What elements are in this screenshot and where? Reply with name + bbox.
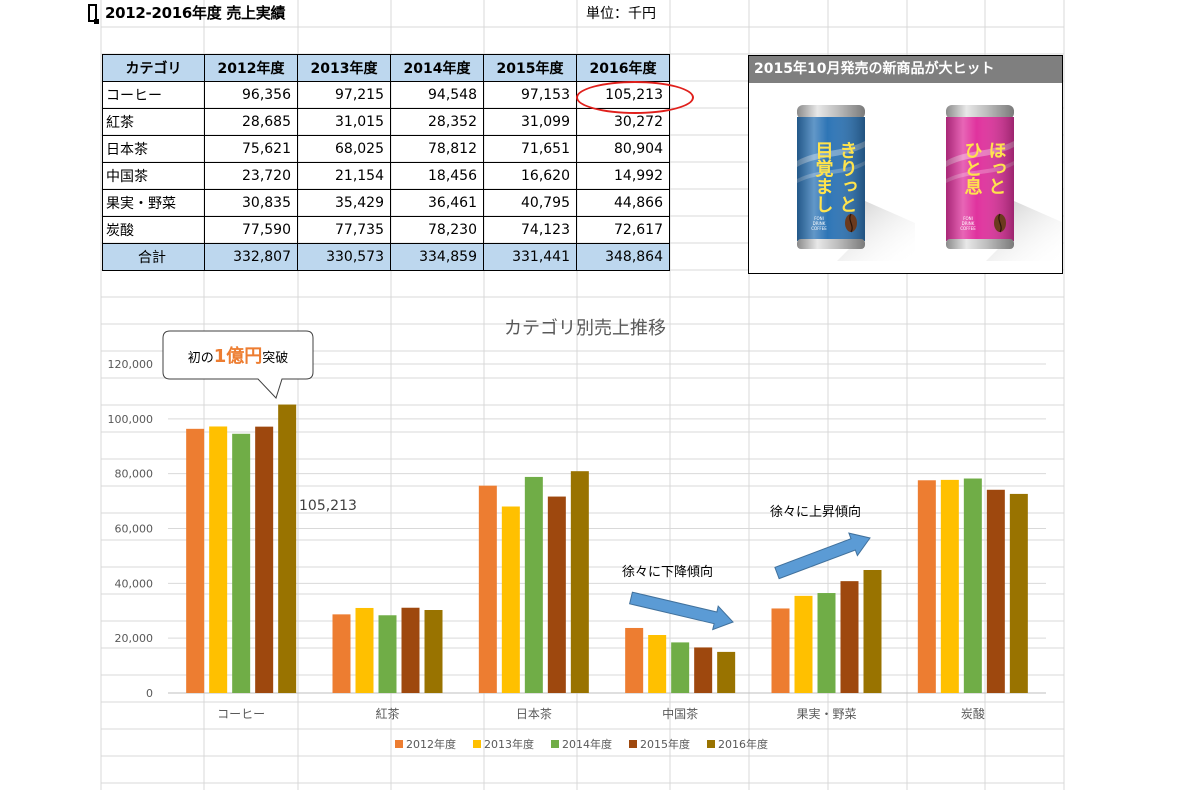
- x-tick-label: 中国茶: [662, 706, 698, 721]
- legend-label[interactable]: 2016年度: [718, 737, 768, 751]
- bar[interactable]: [501, 506, 520, 693]
- legend-swatch: [551, 740, 559, 748]
- y-tick-label: 40,000: [115, 577, 154, 590]
- bar[interactable]: [186, 428, 205, 693]
- y-tick-label: 80,000: [115, 468, 154, 481]
- legend-swatch: [395, 740, 403, 748]
- bar[interactable]: [378, 615, 397, 693]
- bar[interactable]: [671, 642, 690, 693]
- bar[interactable]: [401, 607, 420, 693]
- x-tick-label: 炭酸: [961, 706, 985, 721]
- y-tick-label: 0: [146, 687, 153, 700]
- bar[interactable]: [863, 569, 882, 693]
- legend-label[interactable]: 2012年度: [406, 737, 456, 751]
- bar[interactable]: [794, 595, 813, 693]
- down-trend-label: 徐々に下降傾向: [622, 564, 713, 580]
- legend-swatch: [707, 740, 715, 748]
- legend-swatch: [629, 740, 637, 748]
- bar[interactable]: [940, 479, 959, 693]
- bar[interactable]: [547, 496, 566, 693]
- legend-swatch: [473, 740, 481, 748]
- bar[interactable]: [570, 471, 589, 693]
- bar[interactable]: [840, 581, 859, 693]
- legend-label[interactable]: 2014年度: [562, 737, 612, 751]
- x-tick-label: コーヒー: [217, 707, 265, 721]
- bar[interactable]: [817, 593, 836, 693]
- bar[interactable]: [771, 608, 790, 693]
- y-tick-label: 60,000: [115, 523, 154, 536]
- sales-chart[interactable]: カテゴリ別売上推移 0 20,000 40,000 60,000 80,000 100,00…: [0, 0, 1185, 790]
- bar[interactable]: [1009, 493, 1028, 693]
- y-tick-label: 20,000: [115, 632, 154, 645]
- bar[interactable]: [355, 607, 374, 693]
- up-trend-arrow: [774, 532, 871, 580]
- data-label-value: 105,213: [299, 498, 357, 514]
- bar[interactable]: [332, 614, 351, 693]
- legend-label[interactable]: 2013年度: [484, 737, 534, 751]
- bar[interactable]: [524, 476, 543, 693]
- bar[interactable]: [917, 480, 936, 693]
- bar[interactable]: [232, 433, 251, 693]
- up-trend-label: 徐々に上昇傾向: [770, 504, 861, 520]
- x-tick-label: 果実・野菜: [796, 706, 856, 721]
- bar[interactable]: [278, 404, 297, 693]
- bar[interactable]: [717, 651, 736, 693]
- down-trend-arrow: [628, 591, 734, 631]
- y-tick-label: 120,000: [108, 358, 154, 371]
- bar[interactable]: [963, 478, 982, 693]
- x-tick-label: 日本茶: [516, 706, 552, 721]
- bar[interactable]: [648, 635, 667, 693]
- bar[interactable]: [625, 627, 644, 693]
- legend-label[interactable]: 2015年度: [640, 737, 690, 751]
- bar[interactable]: [478, 485, 497, 693]
- y-tick-label: 100,000: [108, 413, 154, 426]
- bar[interactable]: [986, 489, 1005, 693]
- bar[interactable]: [255, 426, 274, 693]
- bar[interactable]: [424, 610, 443, 693]
- chart-title: カテゴリ別売上推移: [504, 318, 666, 339]
- bar[interactable]: [209, 426, 228, 693]
- bar[interactable]: [694, 647, 713, 693]
- x-tick-label: 紅茶: [375, 706, 399, 721]
